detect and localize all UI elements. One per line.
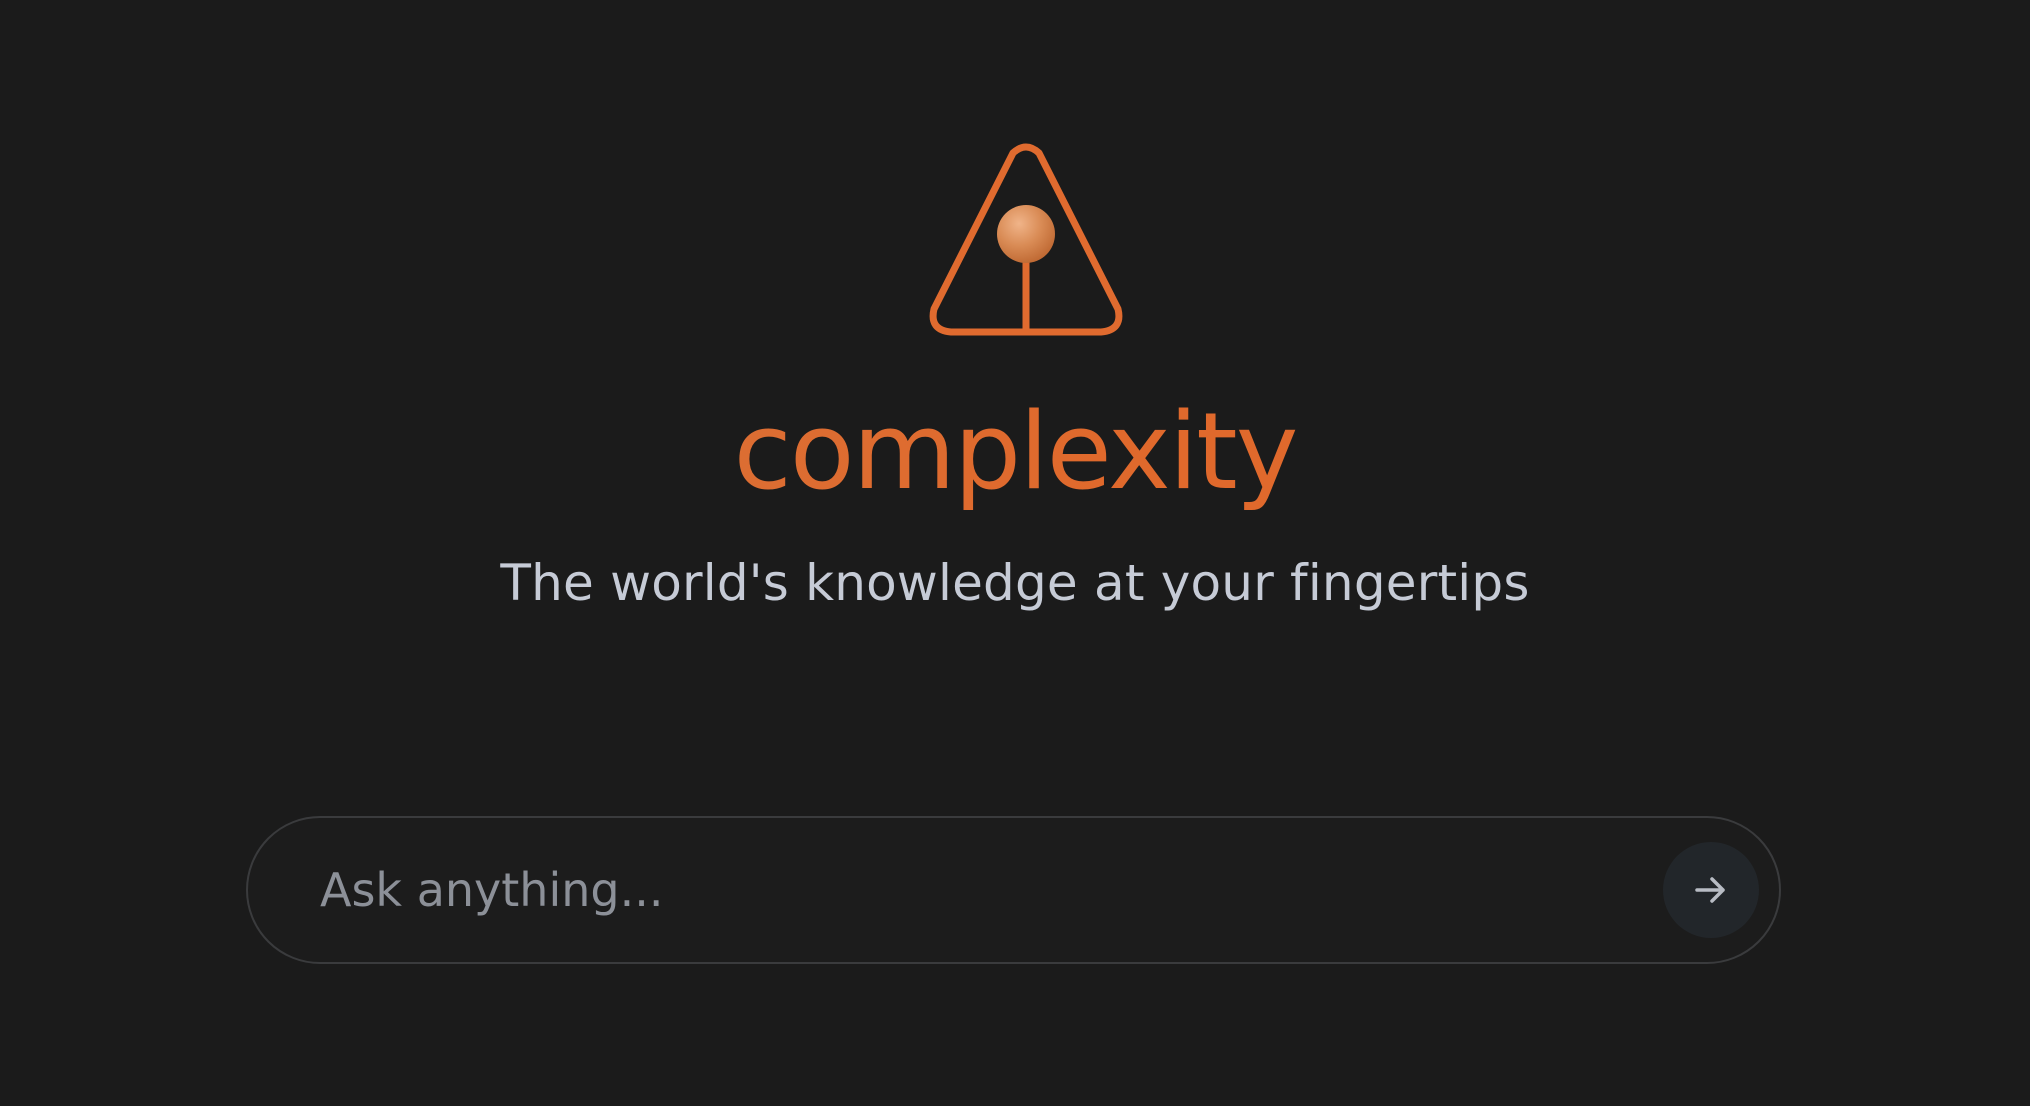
logo-icon <box>929 143 1123 337</box>
brand-name: complexity <box>0 382 2030 522</box>
arrow-right-icon <box>1691 870 1731 910</box>
submit-button[interactable] <box>1663 842 1759 938</box>
home-page: complexity The world's knowledge at your… <box>0 0 2030 1106</box>
tagline: The world's knowledge at your fingertips <box>500 554 1530 612</box>
search-input[interactable] <box>320 842 1570 938</box>
search-bar <box>246 816 1781 964</box>
